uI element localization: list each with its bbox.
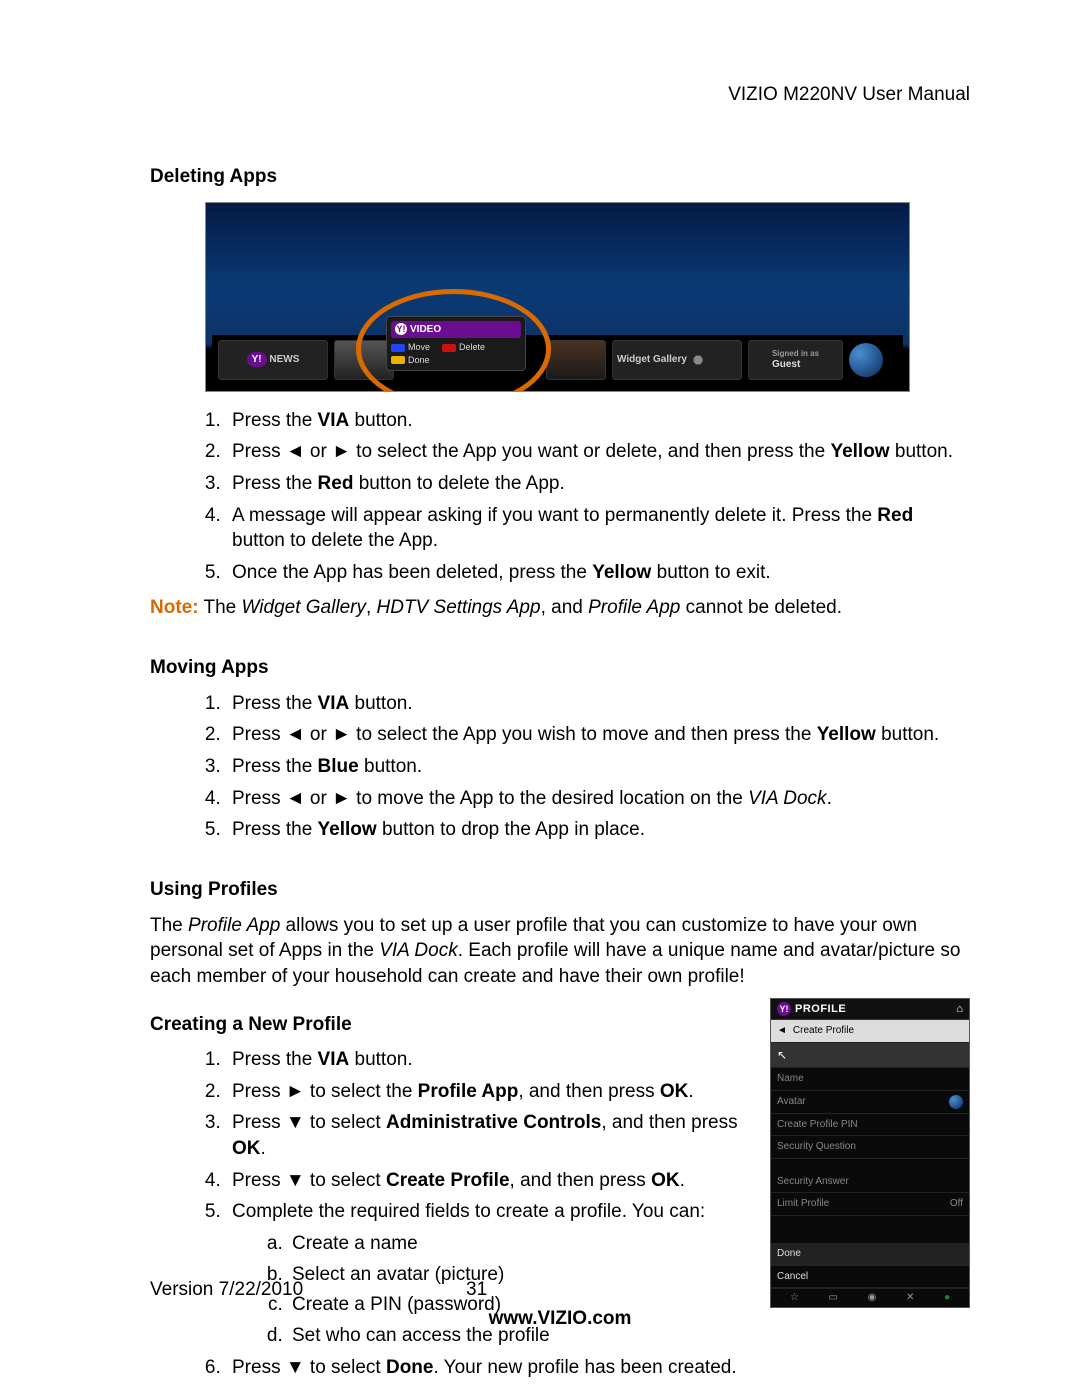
moving-steps: Press the VIA button. Press ◄ or ► to se… [226, 691, 970, 843]
deleting-steps: Press the VIA button. Press ◄ or ► to se… [226, 408, 970, 586]
gear-icon [690, 352, 706, 368]
deleting-note: Note: The Widget Gallery, HDTV Settings … [150, 595, 970, 621]
list-item: Press ◄ or ► to select the App you wish … [226, 722, 970, 748]
list-item: Press the Red button to delete the App. [226, 471, 970, 497]
dock-widget-gallery: Widget Gallery [612, 340, 742, 380]
globe-icon [849, 343, 883, 377]
profile-secq-row: Security Question [771, 1136, 969, 1159]
footer-version: Version 7/22/2010 [150, 1277, 303, 1303]
list-item: Press ▼ to select Administrative Control… [226, 1110, 750, 1161]
page-footer: Version 7/22/2010 31 www.VIZIO.com [150, 1277, 970, 1332]
list-item: A message will appear asking if you want… [226, 503, 970, 554]
cursor-icon: ↖ [777, 1047, 787, 1063]
profile-limit-row: Limit Profile Off [771, 1193, 969, 1216]
list-item: Press the Yellow button to drop the App … [226, 817, 970, 843]
list-item: Once the App has been deleted, press the… [226, 560, 970, 586]
list-item: Press ▼ to select Done. Your new profile… [226, 1355, 750, 1381]
dock-signed-in: Signed in asGuest [748, 340, 843, 380]
video-popup: Y!VIDEO Move Delete Done [386, 316, 526, 371]
profile-create-row: ◄ Create Profile [771, 1020, 969, 1043]
home-icon: ⌂ [956, 1002, 963, 1017]
profile-avatar-row: Avatar [771, 1091, 969, 1114]
footer-page: 31 [466, 1277, 487, 1303]
profile-screenshot: Y!PROFILE ⌂ ◄ Create Profile ↖ Name Avat… [770, 998, 970, 1308]
list-item: Press ◄ or ► to move the App to the desi… [226, 786, 970, 812]
dock-thumb [334, 340, 394, 380]
profile-header: Y!PROFILE ⌂ [771, 999, 969, 1021]
dock-news: Y! NEWS [218, 340, 328, 380]
dock-thumb-2 [546, 340, 606, 380]
profile-name-label: Name [771, 1068, 969, 1091]
list-item: Press the VIA button. [226, 691, 970, 717]
list-item: Press ◄ or ► to select the App you want … [226, 439, 970, 465]
list-item: Press the Blue button. [226, 754, 970, 780]
list-item: Create a name [288, 1231, 750, 1257]
section-creating-title: Creating a New Profile [150, 1012, 750, 1038]
via-dock: Y! NEWS Widget Gallery Signed in asGuest [212, 335, 903, 385]
list-item: Press the VIA button. [226, 1047, 750, 1073]
profile-pin-row: Create Profile PIN [771, 1114, 969, 1137]
header-right: VIZIO M220NV User Manual [728, 82, 970, 108]
profile-name-row: ↖ [771, 1043, 969, 1068]
list-item: Press ► to select the Profile App, and t… [226, 1079, 750, 1105]
section-moving-title: Moving Apps [150, 655, 970, 681]
profiles-intro: The Profile App allows you to set up a u… [150, 913, 970, 990]
list-item: Press the VIA button. [226, 408, 970, 434]
globe-icon [949, 1095, 963, 1109]
deleting-screenshot: Y!VIDEO Move Delete Done Y! NEWS Widget … [205, 202, 910, 392]
profile-done-row: Done [771, 1243, 969, 1266]
profile-seca-row: Security Answer [771, 1171, 969, 1194]
section-deleting-title: Deleting Apps [150, 164, 970, 190]
list-item: Press ▼ to select Create Profile, and th… [226, 1168, 750, 1194]
footer-url: www.VIZIO.com [150, 1306, 970, 1332]
section-profiles-title: Using Profiles [150, 877, 970, 903]
